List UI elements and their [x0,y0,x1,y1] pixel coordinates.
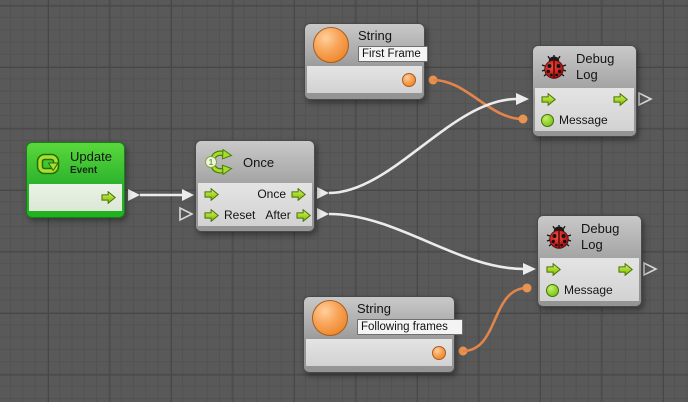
debug-bottom-out-unconnected-triangle[interactable] [644,263,656,275]
node-debug-log-bottom[interactable]: Debug Log Message [537,215,642,307]
orange-circle-icon [312,300,348,336]
node-title: Debug [581,221,619,237]
ladybug-icon [541,54,567,80]
once-loop-icon: 1 [204,149,234,175]
debug-enter-port[interactable] [541,93,556,106]
node-title: Once [243,155,274,170]
wire-string-first-to-message[interactable] [429,76,528,124]
node-subtitle: Log [581,237,619,253]
once-enter-port[interactable] [204,188,219,201]
wire-update-to-once[interactable] [128,189,194,201]
node-once[interactable]: 1 Once Once Reset After [195,140,315,232]
debug-enter-port[interactable] [546,263,561,276]
orange-circle-icon [313,27,349,63]
once-exit-port[interactable] [291,188,306,201]
node-debug-log-top[interactable]: Debug Log Message [532,45,637,137]
node-title: Update [70,149,112,165]
update-loop-icon [35,151,61,177]
string-output-port[interactable] [402,73,416,87]
string-header: String [305,24,424,66]
once-after-port[interactable] [296,209,311,222]
once-reset-port[interactable] [204,209,219,222]
once-badge: 1 [209,158,214,167]
node-subtitle: Log [576,67,614,83]
debug-message-port[interactable] [541,114,554,127]
node-subtitle: Event [70,165,112,178]
update-output-port[interactable] [101,191,116,204]
debug-message-port[interactable] [546,284,559,297]
string-output-port[interactable] [432,346,446,360]
update-header: Update Event [27,143,124,184]
debug-header: Debug Log [538,216,641,258]
debug-message-label: Message [559,113,608,127]
once-reset-label: Reset [224,208,255,222]
debug-header: Debug Log [533,46,636,88]
node-update-event[interactable]: Update Event [26,142,125,218]
string-value-field[interactable] [357,319,463,335]
once-exit-label: Once [257,187,286,201]
debug-exit-port[interactable] [618,263,633,276]
node-string-following-frames[interactable]: String [303,296,455,373]
node-title: String [358,28,428,44]
string-header: String [304,297,454,339]
wire-after-to-debug-bottom[interactable] [317,208,536,275]
graph-canvas[interactable]: Update Event 1 Once Once [0,0,688,402]
debug-exit-port[interactable] [613,93,628,106]
wire-string-following-to-message[interactable] [459,284,532,356]
ladybug-icon [546,224,572,250]
debug-message-label: Message [564,283,613,297]
once-after-label: After [265,208,290,222]
wire-once-to-debug-top[interactable] [317,93,529,199]
once-reset-unconnected-triangle[interactable] [180,208,192,220]
node-title: Debug [576,51,614,67]
node-string-first-frame[interactable]: String [304,23,425,100]
node-title: String [357,301,463,317]
once-header: 1 Once [196,141,314,183]
debug-top-out-unconnected-triangle[interactable] [639,93,651,105]
string-value-field[interactable] [358,46,428,62]
